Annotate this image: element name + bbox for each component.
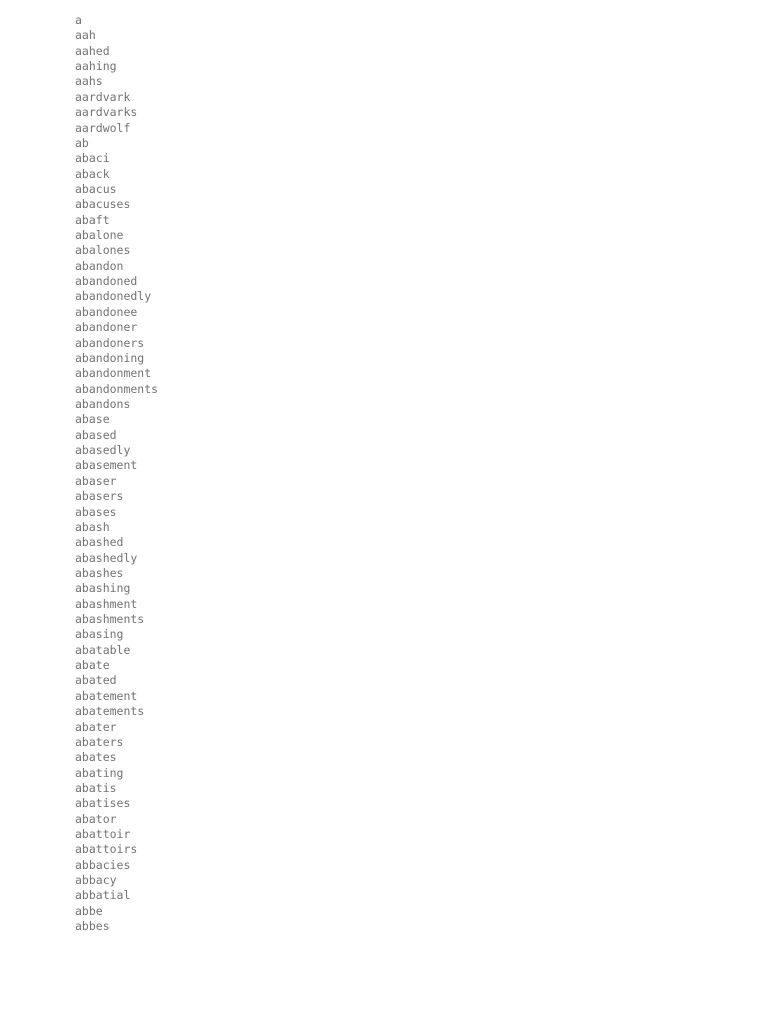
word-entry: ab (75, 135, 89, 150)
word-entry: abating (75, 765, 124, 780)
word-entry: abandoning (75, 350, 145, 365)
word-entry: abandoners (75, 335, 145, 350)
word-entry: abasing (75, 627, 124, 642)
word-entry: aah (75, 28, 96, 43)
word-entry: abbatial (75, 888, 131, 903)
word-entry: abandonment (75, 366, 152, 381)
wordlist-body: a aah aahed aahing aahs aardvark aardvarks aard… (75, 13, 768, 935)
word-entry: abaci (75, 151, 110, 166)
word-entry: abasedly (75, 443, 131, 458)
word-entry: aahed (75, 43, 110, 58)
word-entry: abalones (75, 243, 131, 258)
word-entry: abated (75, 673, 117, 688)
word-entry: abater (75, 719, 117, 734)
wordlist-document: a aah aahed aahing aahs aardvark aardvarks aard… (0, 0, 768, 1024)
word-entry: abandon (75, 258, 124, 273)
word-entry: abaser (75, 473, 117, 488)
word-entry: abatable (75, 642, 131, 657)
word-entry: abasers (75, 489, 124, 504)
word-entry: aahing (75, 59, 117, 74)
word-entry: abandoner (75, 320, 138, 335)
word-entry: abashed (75, 535, 124, 550)
word-entry: aardwolf (75, 120, 131, 135)
word-entry: aardvark (75, 89, 131, 104)
word-entry: abatement (75, 688, 138, 703)
word-entry: aardvarks (75, 105, 138, 120)
word-entry: abashment (75, 596, 138, 611)
word-entry: abbacy (75, 873, 117, 888)
word-entry: abattoir (75, 827, 131, 842)
word-entry: abbe (75, 903, 103, 918)
word-entry: abase (75, 412, 110, 427)
word-entry: abattoirs (75, 842, 138, 857)
word-entry: abalone (75, 228, 124, 243)
word-entry: abandonedly (75, 289, 152, 304)
word-entry: abacuses (75, 197, 131, 212)
word-entry: abate (75, 658, 110, 673)
word-entry: abandonments (75, 381, 159, 396)
word-entry: aback (75, 166, 110, 181)
word-entry: abatis (75, 780, 117, 795)
word-entry: abashing (75, 581, 131, 596)
word-entry: abasement (75, 458, 138, 473)
word-entry: abaters (75, 734, 124, 749)
word-entry: a (75, 13, 82, 27)
word-entry: abases (75, 504, 117, 519)
word-entry: abates (75, 750, 117, 765)
word-entry: abandonee (75, 304, 138, 319)
word-entry: abacus (75, 181, 117, 196)
word-entry: abatises (75, 796, 131, 811)
word-entry: abased (75, 427, 117, 442)
word-entry: abatements (75, 704, 145, 719)
word-entry: abbacies (75, 857, 131, 872)
word-entry: abaft (75, 212, 110, 227)
word-entry: abbes (75, 919, 110, 934)
word-entry: abashments (75, 612, 145, 627)
word-entry: abandons (75, 396, 131, 411)
word-entry: abash (75, 519, 110, 534)
word-entry: abashes (75, 565, 124, 580)
word-entry: abashedly (75, 550, 138, 565)
word-entry: abandoned (75, 274, 138, 289)
word-entry: aahs (75, 74, 103, 89)
word-entry: abator (75, 811, 117, 826)
